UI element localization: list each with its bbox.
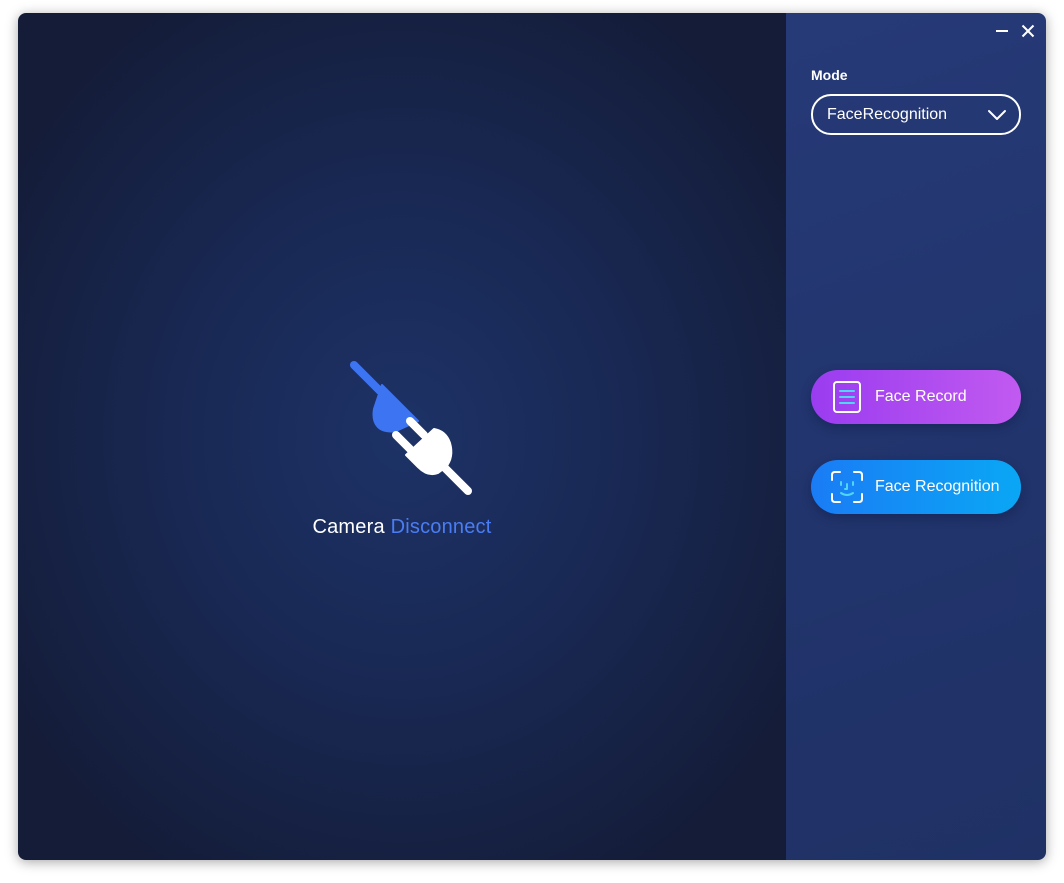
mode-selected-value: FaceRecognition [827, 105, 948, 123]
minimize-button[interactable] [992, 21, 1012, 41]
camera-status: Camera Disconnect [18, 516, 786, 539]
face-record-icon [833, 381, 861, 413]
face-recognition-button[interactable]: Face Recognition [811, 460, 1021, 514]
mode-dropdown[interactable]: FaceRecognition [811, 94, 1021, 135]
app-window: Camera Disconnect Mode FaceRecognition F… [18, 13, 1046, 860]
face-recognition-label: Face Recognition [875, 478, 1000, 495]
side-panel: Mode FaceRecognition Face Record Face Re… [786, 13, 1046, 860]
camera-view: Camera Disconnect [18, 13, 786, 860]
plug-disconnect-icon [350, 361, 472, 495]
mode-label: Mode [811, 67, 848, 83]
status-camera-label: Camera [312, 516, 385, 538]
minimize-icon [996, 30, 1008, 32]
chevron-down-icon [988, 109, 1006, 120]
face-scan-icon [831, 471, 863, 503]
close-icon [1021, 24, 1035, 38]
face-record-label: Face Record [875, 388, 967, 405]
close-button[interactable] [1018, 21, 1038, 41]
status-disconnect-label: Disconnect [390, 516, 492, 538]
face-record-button[interactable]: Face Record [811, 370, 1021, 424]
